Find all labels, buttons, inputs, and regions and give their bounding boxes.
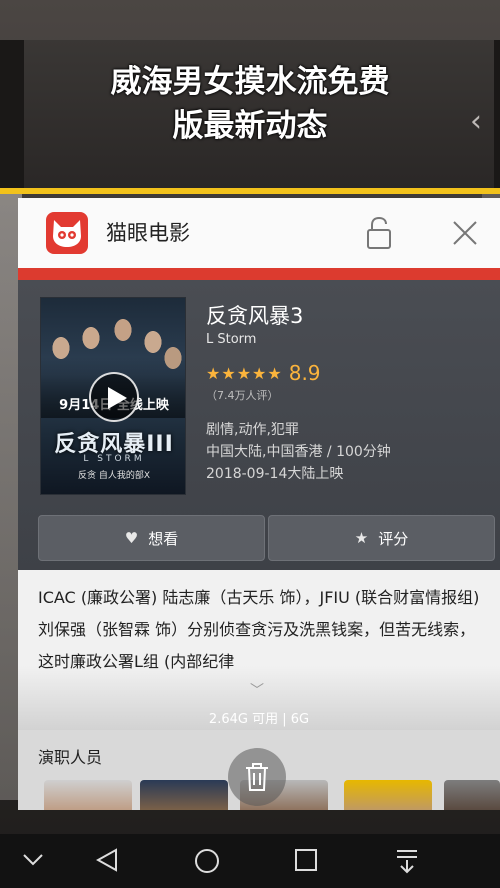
cast-photo[interactable] [44, 780, 132, 810]
cast-photo[interactable] [444, 780, 500, 810]
movie-info: 反贪风暴3 L Storm ★★★★★ 8.9 （7.4万人评） 剧情,动作,犯… [206, 302, 391, 485]
movie-meta: 剧情,动作,犯罪 中国大陆,中国香港 / 100分钟 2018-09-14大陆上… [206, 419, 391, 485]
overlay-divider [0, 188, 500, 194]
memory-usage: 2.64G 可用 | 6G [208, 712, 310, 727]
app-card-header: 猫眼电影 [18, 198, 500, 268]
movie-score: 8.9 [288, 361, 321, 385]
clear-recents-button[interactable] [228, 748, 286, 806]
nav-home-icon[interactable] [194, 848, 220, 878]
heart-icon: ♥ [124, 529, 139, 547]
play-icon [108, 387, 127, 409]
star-icon: ★ [354, 529, 369, 547]
rate-button[interactable]: ★ 评分 [268, 515, 495, 561]
lock-icon[interactable] [366, 216, 392, 250]
synopsis-text: ICAC (廉政公署) 陆志廉（古天乐 饰），JFIU (联合财富情报组) 刘保… [38, 588, 480, 671]
cast-label: 演职人员 [38, 748, 103, 767]
movie-english-title: L Storm [206, 332, 257, 347]
overlay-title-line1: 威海男⁠⁠女⁠摸⁠水流免费 [110, 64, 390, 100]
nav-recents-icon[interactable] [294, 848, 318, 876]
cast-photo[interactable] [344, 780, 432, 810]
cast-photo[interactable] [140, 780, 228, 810]
movie-region-duration: 中国大陆,中国香港 / 100分钟 [206, 444, 391, 460]
chevron-down-icon[interactable]: ﹀ [250, 680, 264, 700]
vote-count: （7.4万人评） [206, 389, 279, 402]
nav-back-icon[interactable] [95, 848, 118, 876]
star-rating-icon: ★★★★★ [206, 363, 283, 383]
want-to-see-label: 想看 [148, 529, 179, 548]
accent-bar [18, 268, 500, 280]
overlay-title-line2: 版最新动态 [172, 108, 328, 144]
movie-genre: 剧情,动作,犯罪 [206, 422, 299, 438]
want-to-see-button[interactable]: ♥ 想看 [38, 515, 265, 561]
overlay-title: 威海男⁠⁠女⁠摸⁠水流免费 版最新动态 [0, 60, 500, 148]
movie-poster[interactable]: 9月14日 全线上映 反贪风暴III L STORM 反贪 自人我的部X [40, 297, 186, 495]
movie-header: 9月14日 全线上映 反贪风暴III L STORM 反贪 自人我的部X 反贪风… [18, 280, 500, 570]
rate-label: 评分 [378, 529, 409, 548]
maoyan-logo-icon [46, 212, 88, 254]
app-card-maoyan[interactable]: 猫眼电影 9月14日 全线上映 反贪风暴III L STORM 反贪 自人我的部… [18, 198, 500, 810]
synopsis-section[interactable]: ICAC (廉政公署) 陆志廉（古天乐 饰），JFIU (联合财富情报组) 刘保… [18, 570, 500, 730]
movie-release-date: 2018-09-14大陆上映 [206, 466, 344, 482]
nav-notifications-icon[interactable] [394, 848, 420, 878]
app-name: 猫眼电影 [106, 221, 190, 245]
movie-title: 反贪风暴3 [206, 304, 304, 328]
rating-row: ★★★★★ 8.9 [206, 361, 391, 385]
poster-english-title: L STORM [83, 454, 145, 464]
poster-tagline: 反贪 自人我的部X [77, 471, 151, 481]
play-button[interactable] [89, 372, 139, 422]
navigation-bar [0, 834, 500, 888]
trash-icon [246, 763, 268, 791]
nav-collapse-icon[interactable] [22, 852, 44, 871]
close-icon[interactable] [452, 220, 478, 246]
